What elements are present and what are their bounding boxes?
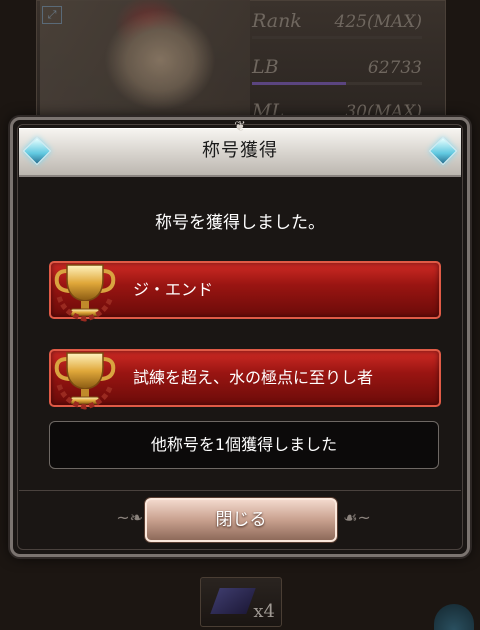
dialog-header: ❦ 称号獲得 xyxy=(19,119,461,177)
dialog-message: 称号を獲得しました。 xyxy=(155,213,325,233)
close-button[interactable]: 閉じる xyxy=(145,498,337,542)
title-acquired-dialog: ❦ 称号獲得 称号を獲得しました。 ジ・エンド 試練を超え、水の極点に至りし者 … xyxy=(10,117,470,557)
acquired-title-row: ジ・エンド xyxy=(49,261,441,322)
flourish-icon: ☙~ xyxy=(343,508,371,527)
gem-item-icon xyxy=(210,588,256,614)
ornament-icon: ❦ xyxy=(234,119,246,135)
footer-divider xyxy=(19,490,461,491)
trophy-icon xyxy=(54,352,116,410)
dialog-title: 称号獲得 xyxy=(202,140,278,161)
flourish-icon: ~❧ xyxy=(116,508,143,527)
stat-label: Rank xyxy=(252,10,302,32)
stat-rank: Rank 425(MAX) xyxy=(252,8,423,39)
stat-value: 62733 xyxy=(367,58,422,78)
title-name: ジ・エンド xyxy=(133,280,214,299)
more-titles-notice: 他称号を1個獲得しました xyxy=(49,421,439,469)
character-portrait xyxy=(40,0,250,128)
reward-item-slot: x4 xyxy=(200,577,282,627)
item-count: x4 xyxy=(253,601,275,622)
diamond-gem-icon xyxy=(428,136,458,166)
diamond-gem-icon xyxy=(22,136,52,166)
corner-menu-button xyxy=(434,604,474,630)
stat-label: LB xyxy=(252,56,279,78)
lb-progress-bar xyxy=(252,82,346,85)
stat-lb: LB 62733 xyxy=(252,54,422,85)
title-name: 試練を超え、水の極点に至りし者 xyxy=(133,368,374,387)
acquired-title-row: 試練を超え、水の極点に至りし者 xyxy=(49,349,441,410)
expand-icon: ⤢ xyxy=(42,6,62,24)
trophy-icon xyxy=(54,264,116,322)
stat-value: 425(MAX) xyxy=(334,12,423,32)
